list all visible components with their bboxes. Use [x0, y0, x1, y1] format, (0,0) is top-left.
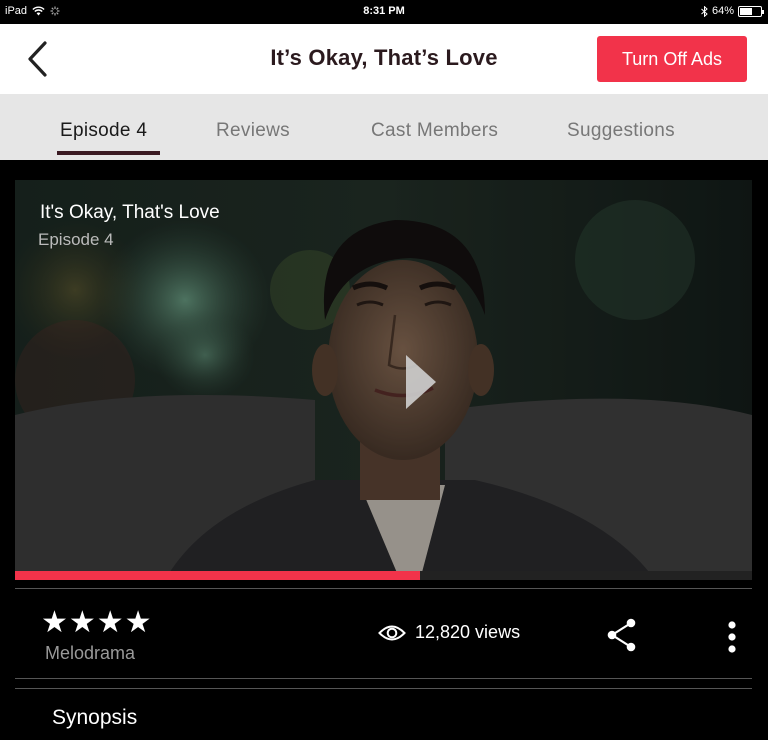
status-right: 64%	[701, 5, 764, 17]
bluetooth-icon	[701, 5, 708, 17]
battery-percent: 64%	[711, 5, 734, 17]
progress-bar[interactable]	[15, 571, 752, 580]
video-title: It's Okay, That's Love	[40, 202, 220, 223]
tab-bar: Episode 4 Reviews Cast Members Suggestio…	[0, 94, 768, 160]
view-count-text: 12,820 views	[415, 622, 521, 642]
battery-fill	[740, 7, 753, 15]
progress-fill	[15, 571, 421, 580]
tab-suggestions[interactable]: Suggestions	[567, 120, 675, 142]
synopsis-heading: Synopsis	[52, 706, 138, 729]
video-player[interactable]: It's Okay, That's Love Episode 4	[15, 180, 752, 580]
genre-label: Melodrama	[45, 643, 136, 663]
active-tab-indicator	[57, 151, 160, 155]
divider-top	[15, 588, 752, 589]
video-episode: Episode 4	[38, 230, 114, 249]
divider-bottom	[15, 688, 752, 689]
view-count: 12,820 views	[378, 622, 520, 643]
play-icon[interactable]	[406, 355, 436, 409]
tab-cast-members[interactable]: Cast Members	[371, 120, 498, 142]
turn-off-ads-button[interactable]: Turn Off Ads	[597, 36, 747, 82]
video-thumbnail	[15, 180, 752, 580]
divider-middle	[15, 678, 752, 679]
tab-episode[interactable]: Episode 4	[60, 120, 147, 142]
share-icon[interactable]	[604, 617, 638, 653]
header: It’s Okay, That’s Love Turn Off Ads	[0, 24, 768, 94]
status-time: 8:31 PM	[363, 5, 405, 17]
eye-icon	[378, 625, 406, 640]
battery-icon	[738, 5, 764, 17]
tab-reviews[interactable]: Reviews	[216, 120, 290, 142]
more-vertical-icon[interactable]	[725, 620, 739, 654]
rating-stars: ★★★★	[41, 606, 153, 639]
status-bar: iPad 8:31 PM 64%	[0, 0, 768, 24]
